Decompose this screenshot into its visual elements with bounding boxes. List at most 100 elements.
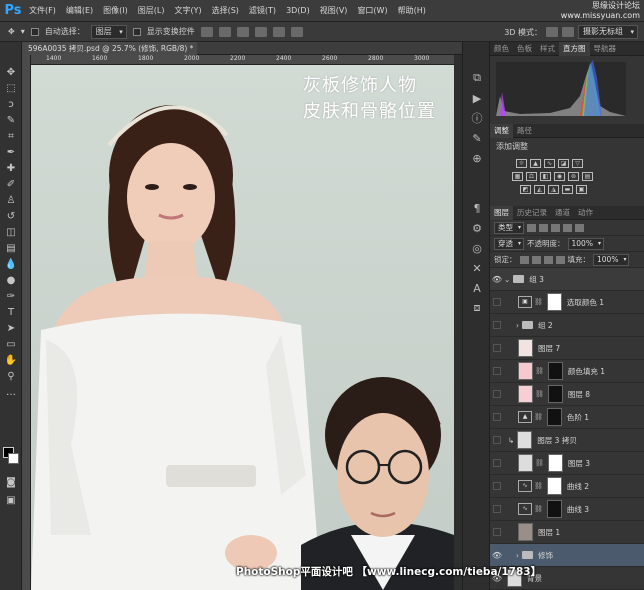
visibility-toggle[interactable] bbox=[493, 482, 501, 490]
tab-channels[interactable]: 通道 bbox=[551, 206, 574, 220]
tab-styles[interactable]: 样式 bbox=[536, 42, 559, 56]
type-tool-icon[interactable]: T bbox=[0, 304, 22, 320]
tab-history[interactable]: 历史记录 bbox=[513, 206, 551, 220]
layer-row[interactable]: ⛓ 图层 8 bbox=[490, 383, 644, 406]
visibility-toggle[interactable] bbox=[493, 413, 501, 421]
fill-field[interactable]: 100% bbox=[593, 253, 630, 266]
layer-row[interactable]: 图层 1 bbox=[490, 521, 644, 544]
move-tool-icon[interactable]: ✥ bbox=[0, 64, 22, 80]
properties-panel-icon[interactable]: ⚙ bbox=[463, 218, 491, 238]
levels-icon[interactable]: ▲ bbox=[530, 159, 541, 168]
actions-panel-icon[interactable]: ▶ bbox=[463, 88, 491, 108]
vibrance-icon[interactable]: ▽ bbox=[572, 159, 583, 168]
layer-row[interactable]: ⛓ 颜色填充 1 bbox=[490, 360, 644, 383]
filter-pixel-icon[interactable] bbox=[527, 223, 536, 232]
exposure-icon[interactable]: ◪ bbox=[558, 159, 569, 168]
pen-tool-icon[interactable]: ✑ bbox=[0, 288, 22, 304]
posterize-icon[interactable]: ◭ bbox=[534, 185, 545, 194]
align-bottom-icon[interactable] bbox=[236, 26, 249, 37]
tab-swatches[interactable]: 色板 bbox=[513, 42, 536, 56]
align-left-icon[interactable] bbox=[254, 26, 267, 37]
show-transform-checkbox[interactable] bbox=[132, 27, 141, 36]
filter-smart-icon[interactable] bbox=[575, 223, 584, 232]
move-tool-icon[interactable]: ✥ bbox=[8, 27, 15, 36]
clone-stamp-tool-icon[interactable]: ♙ bbox=[0, 192, 22, 208]
tab-navigator[interactable]: 导航器 bbox=[590, 42, 621, 56]
menu-edit[interactable]: 编辑(E) bbox=[61, 5, 98, 16]
filter-type-icon[interactable] bbox=[551, 223, 560, 232]
tab-histogram[interactable]: 直方图 bbox=[559, 41, 590, 56]
threshold-icon[interactable]: ◮ bbox=[548, 185, 559, 194]
workspace-dropdown[interactable]: 摄影无标组 bbox=[578, 25, 638, 39]
align-center-icon[interactable] bbox=[272, 26, 285, 37]
tab-paths[interactable]: 路径 bbox=[513, 124, 536, 138]
3d-roll-icon[interactable] bbox=[562, 27, 574, 37]
hue-saturation-icon[interactable]: ▦ bbox=[512, 172, 523, 181]
character-panel-icon[interactable]: A bbox=[463, 278, 491, 298]
layer-filter-dropdown[interactable]: 类型 bbox=[494, 221, 524, 234]
blur-tool-icon[interactable]: 💧 bbox=[0, 256, 22, 272]
lock-pixels-icon[interactable] bbox=[519, 255, 529, 264]
brush-panel-icon[interactable]: ✎ bbox=[463, 128, 491, 148]
auto-select-dropdown[interactable]: 图层 bbox=[90, 24, 127, 39]
document-canvas[interactable]: 灰板修饰人物 皮肤和骨骼位置 bbox=[31, 65, 454, 590]
eyedropper-tool-icon[interactable]: ✒ bbox=[0, 144, 22, 160]
tab-color[interactable]: 颜色 bbox=[490, 42, 513, 56]
brush-tool-icon[interactable]: ✐ bbox=[0, 176, 22, 192]
gradient-tool-icon[interactable]: ▤ bbox=[0, 240, 22, 256]
channel-mixer-icon[interactable]: ⊚ bbox=[568, 172, 579, 181]
info-panel-icon[interactable]: ⓘ bbox=[463, 108, 491, 128]
chevron-right-icon[interactable]: › bbox=[516, 321, 519, 330]
filter-shape-icon[interactable] bbox=[563, 223, 572, 232]
align-top-icon[interactable] bbox=[200, 26, 213, 37]
layer-row[interactable]: ∿ ⛓ 曲线 2 bbox=[490, 475, 644, 498]
visibility-eye-icon[interactable]: 👁 bbox=[490, 551, 504, 560]
3d-rotate-icon[interactable] bbox=[546, 27, 558, 37]
lock-position-icon[interactable] bbox=[543, 255, 553, 264]
layer-row[interactable]: ▲ ⛓ 色阶 1 bbox=[490, 406, 644, 429]
healing-brush-tool-icon[interactable]: ✚ bbox=[0, 160, 22, 176]
lasso-tool-icon[interactable]: ↄ bbox=[0, 96, 22, 112]
marquee-tool-icon[interactable]: ⬚ bbox=[0, 80, 22, 96]
filter-adjust-icon[interactable] bbox=[539, 223, 548, 232]
path-select-tool-icon[interactable]: ➤ bbox=[0, 320, 22, 336]
color-balance-icon[interactable]: ⚖ bbox=[526, 172, 537, 181]
vertical-ruler[interactable] bbox=[22, 55, 31, 590]
canvas-vertical-scrollbar[interactable] bbox=[454, 55, 462, 590]
layer-row[interactable]: ↳ 图层 3 拷贝 bbox=[490, 429, 644, 452]
visibility-toggle[interactable] bbox=[493, 436, 501, 444]
photo-filter-icon[interactable]: ◉ bbox=[554, 172, 565, 181]
zoom-tool-icon[interactable]: ⚲ bbox=[0, 368, 22, 384]
layer-mask-thumbnail[interactable] bbox=[546, 408, 562, 426]
layer-row[interactable]: ▣ ⛓ 选取颜色 1 bbox=[490, 291, 644, 314]
shape-tool-icon[interactable]: ▭ bbox=[0, 336, 22, 352]
invert-icon[interactable]: ◩ bbox=[520, 185, 531, 194]
quick-select-tool-icon[interactable]: ✎ bbox=[0, 112, 22, 128]
document-tab[interactable]: 596A0035 拷贝.psd @ 25.7% (修饰, RGB/8) * bbox=[22, 42, 197, 55]
lock-all-icon[interactable] bbox=[555, 255, 565, 264]
visibility-toggle[interactable] bbox=[493, 298, 501, 306]
layer-mask-thumbnail[interactable] bbox=[547, 454, 563, 472]
lock-paint-icon[interactable] bbox=[531, 255, 541, 264]
tool-presets-icon[interactable]: ✕ bbox=[463, 258, 491, 278]
menu-layer[interactable]: 图层(L) bbox=[133, 5, 170, 16]
chevron-down-icon[interactable]: ⌄ bbox=[504, 275, 510, 284]
chevron-right-icon[interactable]: › bbox=[516, 551, 519, 560]
dodge-tool-icon[interactable]: ● bbox=[0, 272, 22, 288]
hand-tool-icon[interactable]: ✋ bbox=[0, 352, 22, 368]
brightness-contrast-icon[interactable]: ☼ bbox=[516, 159, 527, 168]
selective-color-icon[interactable]: ▣ bbox=[576, 185, 587, 194]
layer-mask-thumbnail[interactable] bbox=[547, 385, 563, 403]
curves-icon[interactable]: ∿ bbox=[544, 159, 555, 168]
layer-row[interactable]: ⛓ 图层 3 bbox=[490, 452, 644, 475]
menu-file[interactable]: 文件(F) bbox=[24, 5, 61, 16]
align-middle-icon[interactable] bbox=[218, 26, 231, 37]
align-right-icon[interactable] bbox=[290, 26, 303, 37]
quick-mask-icon[interactable]: ◙ bbox=[0, 474, 22, 490]
background-color-swatch[interactable] bbox=[8, 453, 19, 464]
menu-type[interactable]: 文字(Y) bbox=[169, 5, 206, 16]
menu-filter[interactable]: 滤镜(T) bbox=[244, 5, 281, 16]
tool-preset-chevron-icon[interactable]: ▾ bbox=[21, 27, 25, 36]
visibility-toggle[interactable] bbox=[493, 367, 501, 375]
eraser-tool-icon[interactable]: ◫ bbox=[0, 224, 22, 240]
